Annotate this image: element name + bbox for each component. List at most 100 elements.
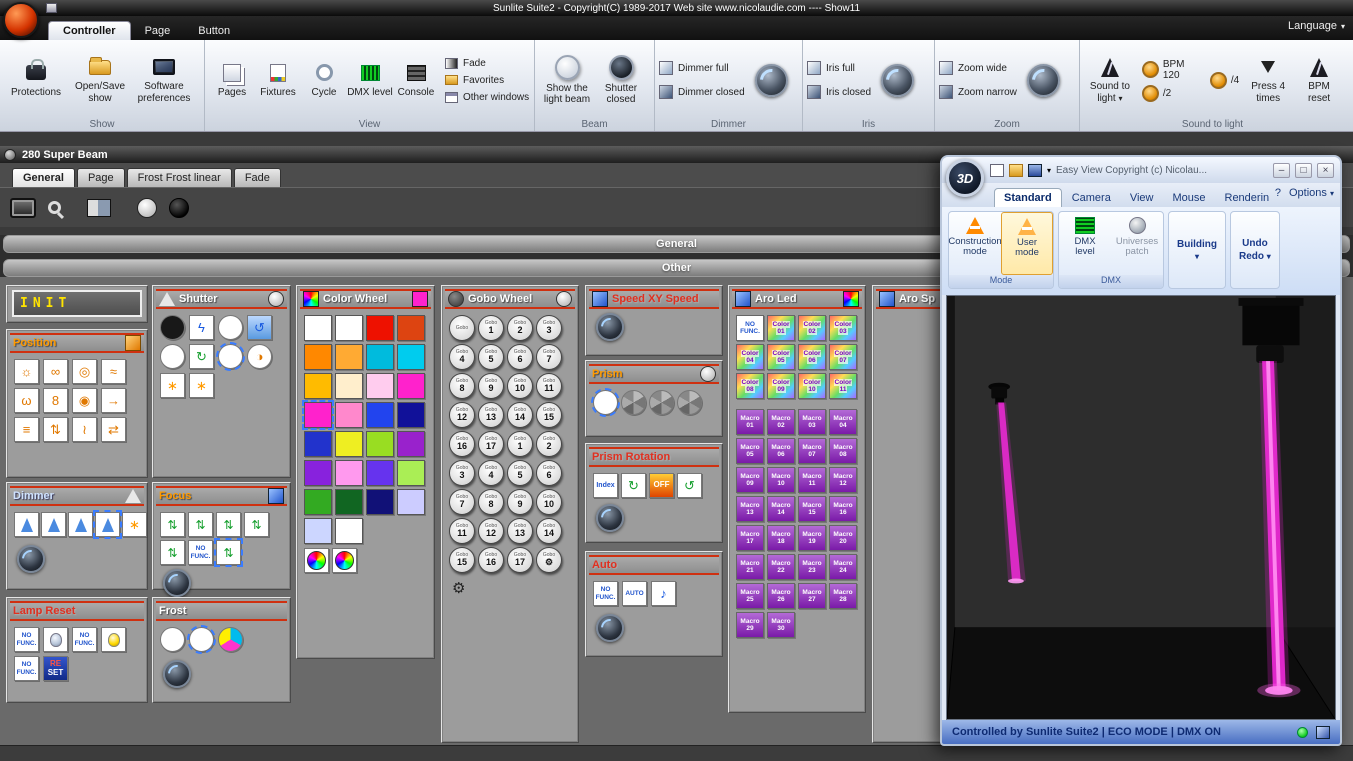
color-21[interactable] xyxy=(304,460,332,486)
music-mode[interactable]: ♪ xyxy=(651,581,676,606)
easyview-tab[interactable]: Camera xyxy=(1063,189,1120,207)
reset-button[interactable]: RE SET xyxy=(43,656,68,681)
aro-macro-button[interactable]: Macro 16 xyxy=(829,496,857,522)
position-preset-button[interactable]: ⇅ xyxy=(43,417,68,442)
position-preset-button[interactable]: → xyxy=(101,388,126,413)
frost-open[interactable] xyxy=(160,627,185,652)
fixture-tab[interactable]: Page xyxy=(76,168,125,187)
gobo-knob-button[interactable]: Gobo 5 xyxy=(478,344,504,370)
zoom-narrow-button[interactable]: Zoom narrow xyxy=(939,85,1017,99)
easyview-tab[interactable]: Mouse xyxy=(1163,189,1214,207)
color-22[interactable] xyxy=(335,460,363,486)
aro-macro-button[interactable]: Macro 27 xyxy=(798,583,826,609)
dimmer-beam-3[interactable] xyxy=(68,512,93,537)
gobo-knob-button[interactable]: Gobo 2 xyxy=(507,315,533,341)
aro-color-11[interactable]: Color 11 xyxy=(829,373,857,399)
color-10[interactable] xyxy=(335,373,363,399)
lamp-no-func-1[interactable]: NO FUNC. xyxy=(14,627,39,652)
aro-macro-button[interactable]: Macro 15 xyxy=(798,496,826,522)
div2-knob[interactable] xyxy=(1141,84,1159,102)
gobo-knob-button[interactable]: Gobo 4 xyxy=(449,344,475,370)
gobo-knob-button[interactable]: Gobo 13 xyxy=(478,402,504,428)
focus-4[interactable]: ⇅ xyxy=(244,512,269,537)
frost-on-selected[interactable] xyxy=(187,625,216,654)
position-preset-button[interactable]: ◎ xyxy=(72,359,97,384)
gobo-knob-button[interactable]: Gobo 17 xyxy=(478,431,504,457)
gobo-knob-button[interactable]: Gobo 16 xyxy=(478,547,504,573)
color-25[interactable] xyxy=(304,489,332,515)
focus-5[interactable]: ⇅ xyxy=(160,540,185,565)
rainbow-wheel-1[interactable] xyxy=(304,548,329,573)
shutter-pulse-close[interactable]: ∗ xyxy=(189,373,214,398)
language-menu[interactable]: Language ▾ xyxy=(1288,20,1345,32)
shutter-closed[interactable] xyxy=(160,315,185,340)
aro-color-02[interactable]: Color 02 xyxy=(798,315,826,341)
gobo-knob-button[interactable]: Gobo 10 xyxy=(507,373,533,399)
undo-redo-button[interactable]: Undo Redo ▾ xyxy=(1230,211,1280,289)
new-document-icon[interactable] xyxy=(990,163,1004,177)
open-file-icon[interactable] xyxy=(1009,163,1023,177)
strobe-random[interactable]: ↺ xyxy=(247,315,272,340)
pages-button[interactable]: Pages xyxy=(209,62,255,99)
dimmer-group-dial[interactable] xyxy=(17,545,45,573)
aro-color-07[interactable]: Color 07 xyxy=(829,344,857,370)
save-icon[interactable] xyxy=(1028,163,1042,177)
aro-macro-button[interactable]: Macro 21 xyxy=(736,554,764,580)
color-17[interactable] xyxy=(304,431,332,457)
easyview-tab[interactable]: Renderin xyxy=(1216,189,1279,207)
dmx-level-button[interactable]: DMX level xyxy=(347,62,393,99)
gobo-knob-button[interactable]: Gobo 6 xyxy=(507,344,533,370)
color-14[interactable] xyxy=(335,402,363,428)
beam-closed-toolbar-icon[interactable] xyxy=(169,197,189,218)
gobo-knob-button[interactable]: Gobo 12 xyxy=(478,518,504,544)
aro-macro-button[interactable]: Macro 28 xyxy=(829,583,857,609)
aro-macro-button[interactable]: Macro 29 xyxy=(736,612,764,638)
prism-index[interactable]: Index xyxy=(593,473,618,498)
aro-macro-button[interactable]: Macro 24 xyxy=(829,554,857,580)
gobo-knob-button[interactable]: Gobo 16 xyxy=(449,431,475,457)
strobe-sync[interactable]: ↻ xyxy=(189,344,214,369)
color-07[interactable] xyxy=(366,344,394,370)
focus-3[interactable]: ⇅ xyxy=(216,512,241,537)
color-05[interactable] xyxy=(304,344,332,370)
aro-macro-button[interactable]: Macro 13 xyxy=(736,496,764,522)
aro-macro-button[interactable]: Macro 22 xyxy=(767,554,795,580)
iris-dial[interactable] xyxy=(881,63,915,97)
aro-color-09[interactable]: Color 09 xyxy=(767,373,795,399)
gobo-knob-button[interactable]: Gobo 3 xyxy=(536,315,562,341)
aro-macro-button[interactable]: Macro 20 xyxy=(829,525,857,551)
div4-knob[interactable] xyxy=(1209,71,1227,89)
auto-dial[interactable] xyxy=(596,614,624,642)
prism-header-icon[interactable] xyxy=(700,366,716,382)
gobo-knob-button[interactable]: Gobo 7 xyxy=(536,344,562,370)
aro-macro-button[interactable]: Macro 25 xyxy=(736,583,764,609)
minimize-button[interactable]: – xyxy=(1273,162,1290,178)
position-preset-button[interactable]: ☼ xyxy=(14,359,39,384)
prism-facet-1[interactable] xyxy=(621,390,646,415)
gobo-knob-button[interactable]: Gobo 17 xyxy=(507,547,533,573)
gobo-knob-button[interactable]: Gobo 6 xyxy=(536,460,562,486)
color-04[interactable] xyxy=(397,315,425,341)
color-15[interactable] xyxy=(366,402,394,428)
gobo-knob-button[interactable]: Gobo 4 xyxy=(478,460,504,486)
split-view-icon[interactable] xyxy=(87,198,111,217)
aro-color-05[interactable]: Color 05 xyxy=(767,344,795,370)
aro-color-06[interactable]: Color 06 xyxy=(798,344,826,370)
aro-macro-button[interactable]: Macro 14 xyxy=(767,496,795,522)
aro-macro-button[interactable]: Macro 01 xyxy=(736,409,764,435)
fixture-tab[interactable]: Frost Frost linear xyxy=(126,168,232,187)
protections-button[interactable]: Protections xyxy=(4,59,68,99)
speed-dial[interactable] xyxy=(596,313,624,341)
color-02[interactable] xyxy=(335,315,363,341)
gobo-knob-button[interactable]: Gobo 11 xyxy=(536,373,562,399)
favorites-toggle[interactable]: Favorites xyxy=(445,75,529,86)
aro-macro-button[interactable]: Macro 09 xyxy=(736,467,764,493)
color-18[interactable] xyxy=(335,431,363,457)
color-08[interactable] xyxy=(397,344,425,370)
quick-access-chevron-icon[interactable]: ▾ xyxy=(1047,166,1051,175)
bpm-knob[interactable] xyxy=(1141,61,1159,78)
color-30[interactable] xyxy=(335,518,363,544)
color-23[interactable] xyxy=(366,460,394,486)
aro-macro-button[interactable]: Macro 19 xyxy=(798,525,826,551)
easyview-tab[interactable]: Standard xyxy=(994,188,1062,207)
